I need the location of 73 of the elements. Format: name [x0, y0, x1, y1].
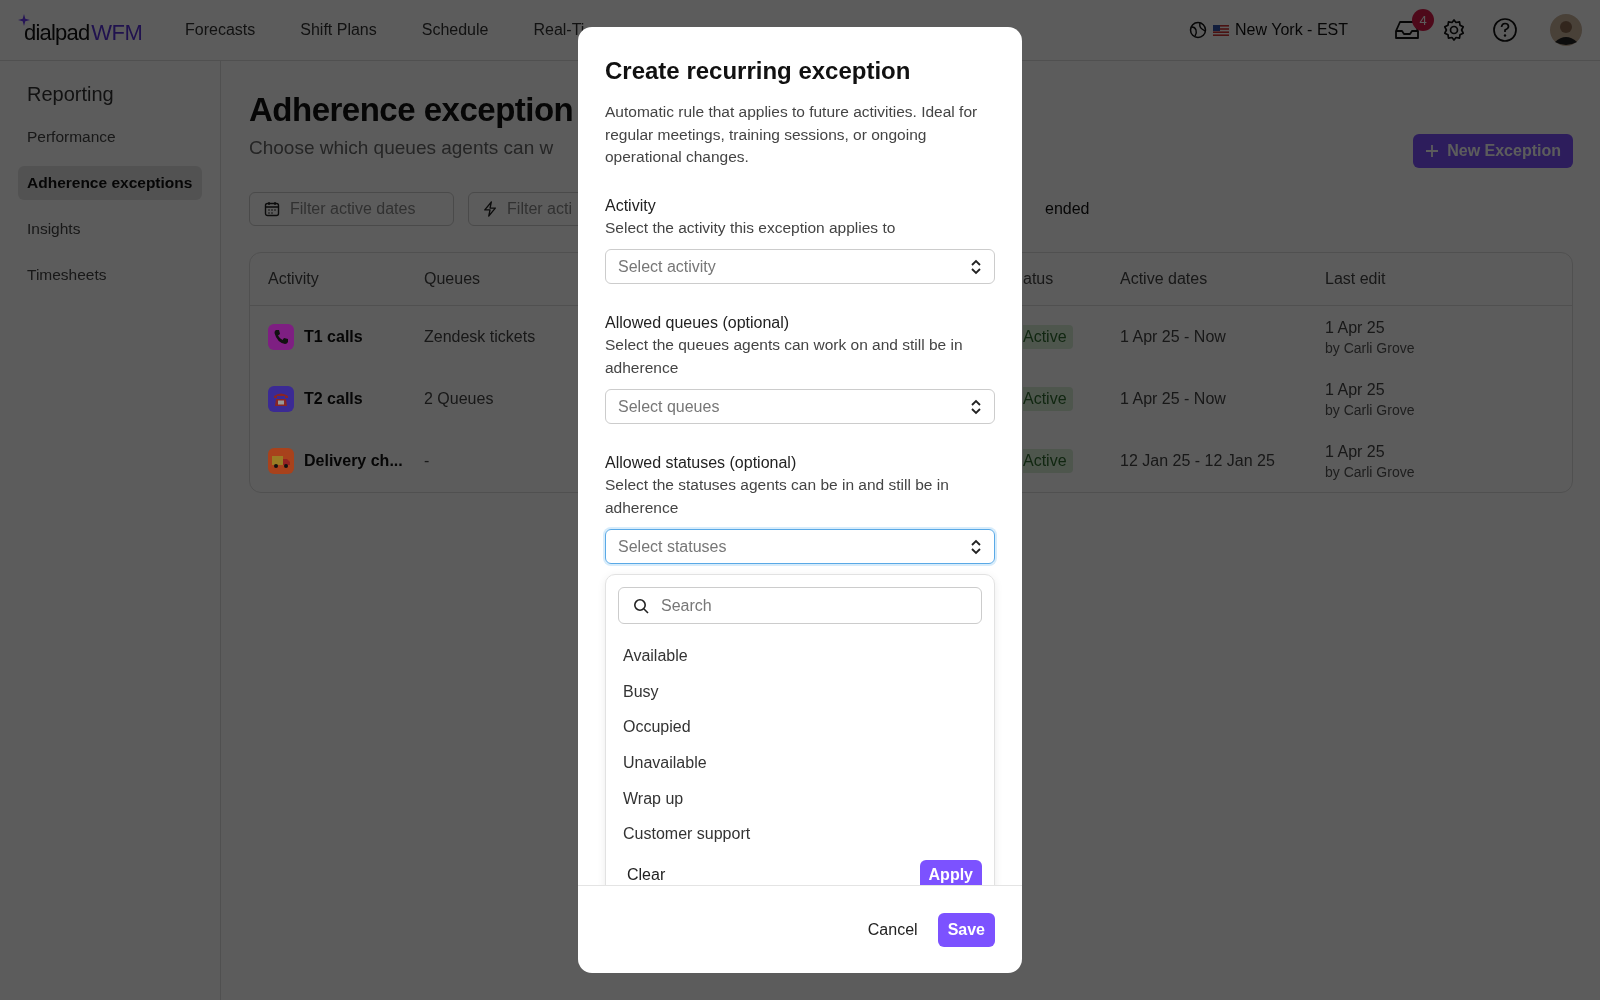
calendar-icon: [264, 201, 280, 217]
cancel-button[interactable]: Cancel: [859, 912, 926, 947]
column-header: Last edit: [1325, 270, 1386, 288]
column-header: Queues: [424, 270, 482, 288]
dialog-description: Automatic rule that applies to future activities. Ideal for regular meetings, training sessions, or ongoing operational changes.: [605, 102, 979, 167]
field-hint: Select the statuses agents can be in and still be in adherence: [605, 475, 950, 518]
field-label: Activity: [605, 196, 657, 215]
search-field[interactable]: Search: [618, 587, 982, 624]
status-option[interactable]: Available: [618, 638, 982, 674]
select-field[interactable]: Select statuses: [605, 529, 995, 564]
sidebar-title: Reporting: [26, 83, 115, 106]
edit-date: 1 Apr 25: [1325, 442, 1386, 461]
apply-button[interactable]: Apply: [919, 860, 982, 885]
status-option[interactable]: Busy: [618, 673, 982, 710]
chevron-up-down-icon: [970, 398, 982, 415]
sparkle-icon: [18, 14, 30, 26]
settings-icon[interactable]: [1442, 18, 1466, 42]
save-button[interactable]: Save: [937, 912, 995, 947]
edit-author: by Carli Grove: [1325, 401, 1415, 418]
table-cell-text: 1 Apr 25 - Now: [1120, 328, 1227, 346]
page-title: Adherence exception: [249, 91, 574, 129]
column-header: Active dates: [1120, 270, 1209, 288]
sidebar-item[interactable]: Timesheets: [18, 258, 202, 292]
clear-button[interactable]: Clear: [618, 866, 675, 885]
table-cell-text: 1 Apr 25 - Now: [1120, 390, 1227, 408]
select-field[interactable]: Select activity: [605, 249, 995, 284]
column-header: atus: [1023, 270, 1055, 288]
status-option[interactable]: Occupied: [618, 709, 982, 746]
edit-author: by Carli Grove: [1325, 463, 1415, 480]
notification-badge: 4: [1412, 9, 1434, 31]
filter-label: ended: [1045, 200, 1090, 218]
help-icon[interactable]: [1492, 17, 1518, 43]
table-cell: -: [424, 452, 430, 470]
table-cell-text: 12 Jan 25 - 12 Jan 25: [1120, 452, 1276, 470]
field-label: Allowed statuses (optional): [605, 454, 798, 472]
flag-icon: [1213, 24, 1230, 36]
logo-brand: dialpad: [24, 20, 90, 46]
status-option[interactable]: Unavailable: [618, 745, 982, 781]
field-hint: Select the queues agents can work on and still be in adherence: [605, 335, 964, 378]
dialog-title: Create recurring exception: [605, 57, 912, 85]
field-hint: Select the activity this exception applies to: [605, 217, 897, 238]
sidebar-item[interactable]: Insights: [18, 212, 202, 246]
status-option[interactable]: Customer support: [618, 816, 982, 853]
sidebar-item[interactable]: Adherence exceptions: [18, 166, 202, 200]
status-badge: Active: [1023, 387, 1073, 411]
nav-link[interactable]: Shift Plans: [300, 15, 377, 45]
inbox-icon[interactable]: [1394, 19, 1420, 41]
table-cell: 2 Queues: [424, 390, 494, 408]
activity-name: Delivery ch...: [304, 452, 403, 470]
chevron-up-down-icon: [970, 538, 982, 555]
nav-link[interactable]: Forecasts: [185, 15, 256, 45]
chevron-up-down-icon: [970, 258, 982, 275]
activity-name: T2 calls: [304, 390, 363, 408]
status-badge: Active: [1023, 325, 1073, 349]
edit-date: 1 Apr 25: [1325, 380, 1386, 399]
table-cell: Zendesk tickets: [424, 328, 536, 346]
status-option[interactable]: Wrap up: [618, 780, 982, 817]
activity-name: T1 calls: [304, 328, 363, 346]
timezone-label[interactable]: New York - EST: [1235, 21, 1348, 39]
edit-date: 1 Apr 25: [1325, 318, 1386, 337]
logo-product: WFM: [91, 20, 143, 46]
column-header: Activity: [268, 270, 320, 288]
search-icon: [633, 597, 649, 614]
field-label: Allowed queues (optional): [605, 314, 791, 332]
lightning-icon: [483, 200, 498, 218]
edit-author: by Carli Grove: [1325, 339, 1415, 356]
plus-icon: [1425, 144, 1440, 158]
select-field[interactable]: Select queues: [605, 389, 995, 424]
nav-link[interactable]: Schedule: [421, 15, 489, 45]
status-badge: Active: [1023, 449, 1073, 473]
sidebar-item[interactable]: Performance: [18, 120, 202, 154]
globe-icon: [1189, 21, 1208, 39]
avatar-icon[interactable]: [1550, 14, 1582, 46]
